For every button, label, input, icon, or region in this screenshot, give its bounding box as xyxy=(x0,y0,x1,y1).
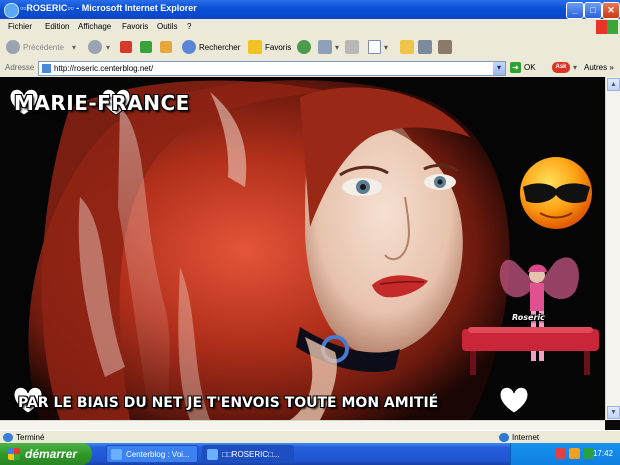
windows-logo-icon xyxy=(596,20,618,34)
others-label: Autres xyxy=(584,63,608,72)
menu-fichier[interactable]: Fichier xyxy=(8,22,32,31)
home-icon xyxy=(160,41,172,53)
maximize-button[interactable]: □ xyxy=(584,2,602,19)
print-icon xyxy=(345,40,359,54)
menu-favoris[interactable]: Favoris xyxy=(122,22,148,31)
mail-button[interactable]: ▾ xyxy=(318,39,339,55)
system-tray: 17:42 xyxy=(510,443,620,465)
favorites-star-icon xyxy=(248,40,262,54)
favorites-label: Favoris xyxy=(265,42,292,52)
taskbar-item-centerblog[interactable]: Centerblog : Voi... xyxy=(106,445,198,463)
refresh-button[interactable] xyxy=(140,39,155,55)
menu-help[interactable]: ? xyxy=(187,22,191,31)
address-url: http://roseric.centerblog.net/ xyxy=(54,64,154,73)
stop-button[interactable] xyxy=(120,39,135,55)
scroll-down-icon[interactable]: ▼ xyxy=(607,406,620,419)
title-bar[interactable]: ▫▫ROSERIC▫▫ - Microsoft Internet Explore… xyxy=(0,0,620,19)
word-button[interactable]: ▾ xyxy=(368,39,388,55)
menu-bar: Fichier Edition Affichage Favoris Outils… xyxy=(0,19,620,36)
go-arrow-icon: ➜ xyxy=(510,62,521,73)
ask-dropdown-icon[interactable]: ▾ xyxy=(573,63,577,72)
artist-signature: Roseric xyxy=(512,313,545,322)
search-button[interactable]: Rechercher xyxy=(182,39,240,55)
back-dropdown-icon[interactable]: ▾ xyxy=(72,39,76,55)
minimize-button[interactable]: _ xyxy=(566,2,584,19)
task-label: □□ROSERIC□... xyxy=(222,449,280,459)
search-label: Rechercher xyxy=(199,42,241,52)
status-bar: Terminé Internet xyxy=(0,430,620,444)
others-button[interactable]: Autres » xyxy=(584,63,614,72)
menu-affichage[interactable]: Affichage xyxy=(78,22,111,31)
history-button[interactable] xyxy=(297,39,314,55)
forward-dropdown-icon[interactable]: ▾ xyxy=(106,39,110,55)
toolbar: Précédente ▾ ▾ Rechercher Favoris ▾ ▾ xyxy=(0,35,620,60)
back-arrow-icon xyxy=(6,40,20,54)
forward-arrow-icon xyxy=(88,40,102,54)
menu-outils[interactable]: Outils xyxy=(157,22,177,31)
internet-explorer-icon xyxy=(4,3,19,18)
page-done-icon xyxy=(3,433,13,442)
scroll-up-icon[interactable]: ▲ xyxy=(607,78,620,91)
history-icon xyxy=(297,40,311,54)
internet-explorer-icon xyxy=(111,448,122,460)
status-text: Terminé xyxy=(16,433,45,442)
folder-icon xyxy=(400,40,414,54)
close-button[interactable]: ✕ xyxy=(602,2,620,19)
refresh-icon xyxy=(140,41,152,53)
home-button[interactable] xyxy=(160,39,175,55)
go-label: OK xyxy=(524,63,536,72)
folder-button[interactable] xyxy=(400,39,417,55)
messenger-icon xyxy=(418,40,432,54)
ask-logo-icon[interactable]: Ask xyxy=(552,62,570,73)
address-label: Adresse xyxy=(5,63,35,72)
start-button[interactable]: démarrer xyxy=(0,443,92,465)
tray-icon[interactable] xyxy=(555,448,566,459)
greeting-banner: par le biais du net je t'envois toute mo… xyxy=(18,395,439,411)
internet-explorer-icon xyxy=(207,448,218,460)
taskbar: démarrer Centerblog : Voi... □□ROSERIC□.… xyxy=(0,443,620,465)
mail-icon xyxy=(318,40,332,54)
back-button[interactable]: Précédente xyxy=(6,39,64,55)
clock[interactable]: 17:42 xyxy=(593,449,613,458)
taskbar-item-roseric[interactable]: □□ROSERIC□... xyxy=(202,445,294,463)
page-content: Marie-France par le biais du net je t'en… xyxy=(0,77,605,420)
favorites-button[interactable]: Favoris xyxy=(248,39,291,55)
address-input[interactable]: http://roseric.centerblog.net/ ▾ xyxy=(38,61,506,76)
back-label: Précédente xyxy=(23,42,64,52)
search-icon xyxy=(182,40,196,54)
artwork-image xyxy=(0,77,605,420)
security-zone: Internet xyxy=(512,433,540,442)
task-label: Centerblog : Voi... xyxy=(126,449,190,459)
forward-button[interactable] xyxy=(88,39,105,55)
heading-name: Marie-France xyxy=(14,91,190,115)
print-button[interactable] xyxy=(345,39,362,55)
address-dropdown-icon[interactable]: ▾ xyxy=(493,62,505,75)
globe-icon xyxy=(499,433,509,442)
address-bar: Adresse http://roseric.centerblog.net/ ▾… xyxy=(0,59,620,78)
window-title: ▫▫ROSERIC▫▫ - Microsoft Internet Explore… xyxy=(20,3,197,13)
messenger-button[interactable] xyxy=(418,39,435,55)
word-icon xyxy=(368,40,381,54)
tray-icon[interactable] xyxy=(569,448,580,459)
page-icon xyxy=(42,64,51,73)
research-icon xyxy=(438,40,452,54)
stop-icon xyxy=(120,41,132,53)
start-label: démarrer xyxy=(25,447,78,461)
vertical-scrollbar[interactable]: ▲ ▼ xyxy=(605,77,620,420)
menu-edition[interactable]: Edition xyxy=(45,22,69,31)
windows-logo-icon xyxy=(8,448,20,460)
go-button[interactable]: ➜ OK xyxy=(510,62,536,73)
research-button[interactable] xyxy=(438,39,455,55)
